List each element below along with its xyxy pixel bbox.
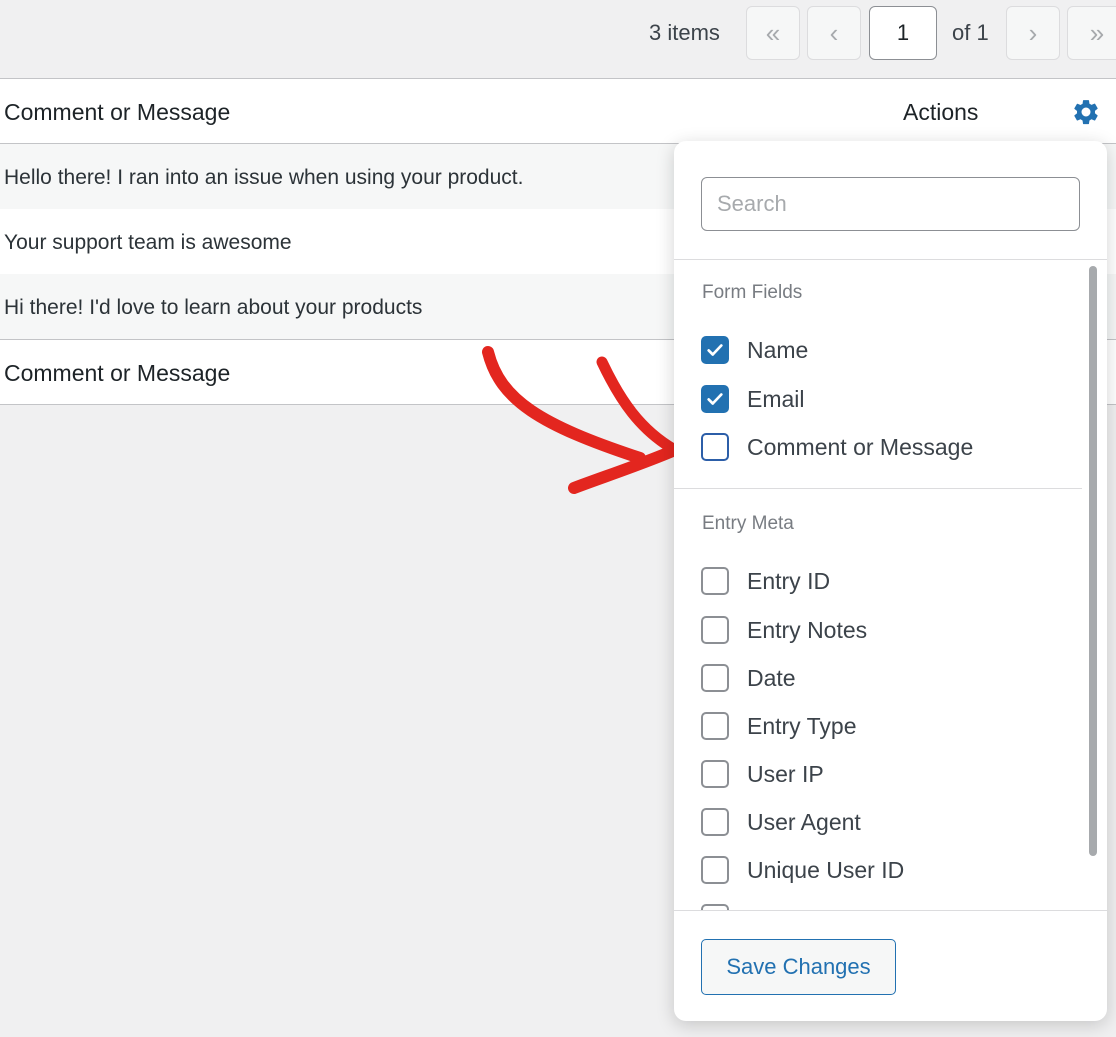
last-page-button[interactable]: » [1067, 6, 1116, 60]
option-label: Unique User ID [747, 856, 905, 883]
checkbox-unchecked[interactable] [701, 567, 729, 595]
checkbox-unchecked[interactable] [701, 712, 729, 740]
option-email[interactable]: Email [701, 383, 805, 415]
option-label: Entry Type [747, 712, 857, 739]
total-pages: of 1 [952, 20, 989, 45]
save-changes-button[interactable]: Save Changes [701, 939, 896, 995]
search-section [674, 141, 1107, 260]
option-label: Email [747, 385, 805, 412]
pagination-bar: 3 items « ‹ of 1 › » [0, 0, 1116, 78]
first-page-button[interactable]: « [746, 6, 800, 60]
next-page-button[interactable]: › [1006, 6, 1060, 60]
column-chooser-dropdown: Form Fields Name Email Comment or Messag… [674, 141, 1107, 1021]
checkbox-unchecked[interactable] [701, 664, 729, 692]
row-comment: Your support team is awesome [4, 231, 292, 254]
checkbox-unchecked[interactable] [701, 856, 729, 884]
checkbox-checked[interactable] [701, 385, 729, 413]
field-list: Form Fields Name Email Comment or Messag… [674, 260, 1107, 910]
option-unique-user-id[interactable]: Unique User ID [701, 854, 904, 886]
option-date[interactable]: Date [701, 662, 796, 694]
row-comment: Hello there! I ran into an issue when us… [4, 166, 524, 189]
option-label: Name [747, 336, 809, 363]
table-header: Comment or Message Actions [0, 78, 1116, 144]
option-entry-type[interactable]: Entry Type [701, 710, 857, 742]
option-label: Entry ID [747, 567, 831, 594]
option-label: Date [747, 664, 796, 691]
option-name[interactable]: Name [701, 334, 808, 366]
panel-footer: Save Changes [674, 910, 1107, 1021]
section-title-entry-meta: Entry Meta [702, 513, 794, 534]
option-label: Comment or Message [747, 433, 974, 460]
checkbox-unchecked[interactable] [701, 808, 729, 836]
option-entry-notes[interactable]: Entry Notes [701, 614, 867, 646]
section-title-form-fields: Form Fields [702, 282, 803, 303]
checkbox-unchecked[interactable] [701, 760, 729, 788]
search-input[interactable] [701, 177, 1080, 231]
column-footer-comment[interactable]: Comment or Message [4, 360, 230, 387]
option-user-agent[interactable]: User Agent [701, 806, 861, 838]
option-user-ip[interactable]: User IP [701, 758, 824, 790]
scrollbar[interactable] [1089, 266, 1097, 856]
option-label: User IP [747, 760, 824, 787]
option-entry-id[interactable]: Entry ID [701, 565, 830, 597]
gear-icon[interactable] [1071, 97, 1101, 127]
column-header-comment[interactable]: Comment or Message [4, 99, 230, 126]
section-divider [674, 488, 1082, 489]
items-count: 3 items [649, 20, 720, 45]
row-comment: Hi there! I'd love to learn about your p… [4, 296, 423, 319]
option-label: User Agent [747, 808, 861, 835]
check-icon [707, 344, 723, 356]
checkbox-checked[interactable] [701, 336, 729, 364]
option-label: Entry Notes [747, 616, 868, 643]
current-page-input[interactable] [869, 6, 937, 60]
checkbox-unchecked[interactable] [701, 616, 729, 644]
check-icon [707, 393, 723, 405]
prev-page-button[interactable]: ‹ [807, 6, 861, 60]
option-comment-or-message[interactable]: Comment or Message [701, 431, 973, 463]
column-header-actions: Actions [903, 99, 979, 125]
checkbox-unchecked[interactable] [701, 433, 729, 461]
